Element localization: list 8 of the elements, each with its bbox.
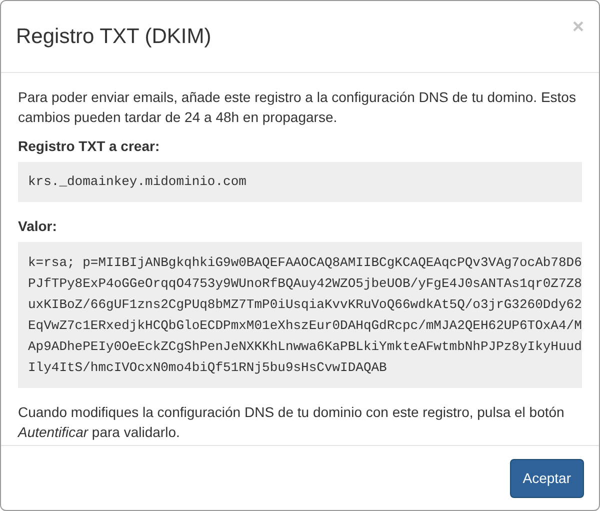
accept-button[interactable]: Aceptar	[510, 458, 584, 498]
footer-note: Cuando modifiques la configuración DNS de tu dominio con este registro, pulsa el botón Autentificar para validarlo.	[18, 403, 566, 442]
intro-text: Para poder enviar emails, añade este registro a la configuración DNS de tu domino. Estos cambios pueden tardar de 24 a 48h en propagarse.	[18, 88, 577, 127]
record-code-block: krs._domainkey.midominio.com	[18, 162, 582, 202]
modal-title: Registro TXT (DKIM)	[16, 24, 212, 50]
value-label: Valor:	[18, 217, 58, 236]
value-code-block: k=rsa; p=MIIBIjANBgkqhkiG9w0BAQEFAAOCAQ8AMIIBCgKCAQEAqcPQv3VAg7ocAb78D6 PJfTPy8ExP4oGGeOrqqO4753y9WUnoRfBQAuy42WZO5jbeUOB/yFgE4J0sANTAs1qr0Z7Z8 uxKIBoZ/66gUF1zns2CgPUq8bMZ7TmP0iUsqiaKvvKRuVoQ66wdkAt5Q/o3jrG3260Ddy62 EqVwZ7c1ERxedjkHCQbGloECDPmxM01eXhszEur0DAHqGdRcpc/mMJA2QEH62UP6TOxA4/M Ap9ADhePEIy0OeEckZCgShPenJeNXKKhLnwwa6KaPBLkiYmkteAFwtmbNhPJPz8yIkyHuud Ily4ItS/hmcIVOcxN0mo4biQf51RNj5bu9sHsCvwIDAQAB	[18, 242, 582, 388]
record-label: Registro TXT a crear:	[18, 137, 161, 156]
